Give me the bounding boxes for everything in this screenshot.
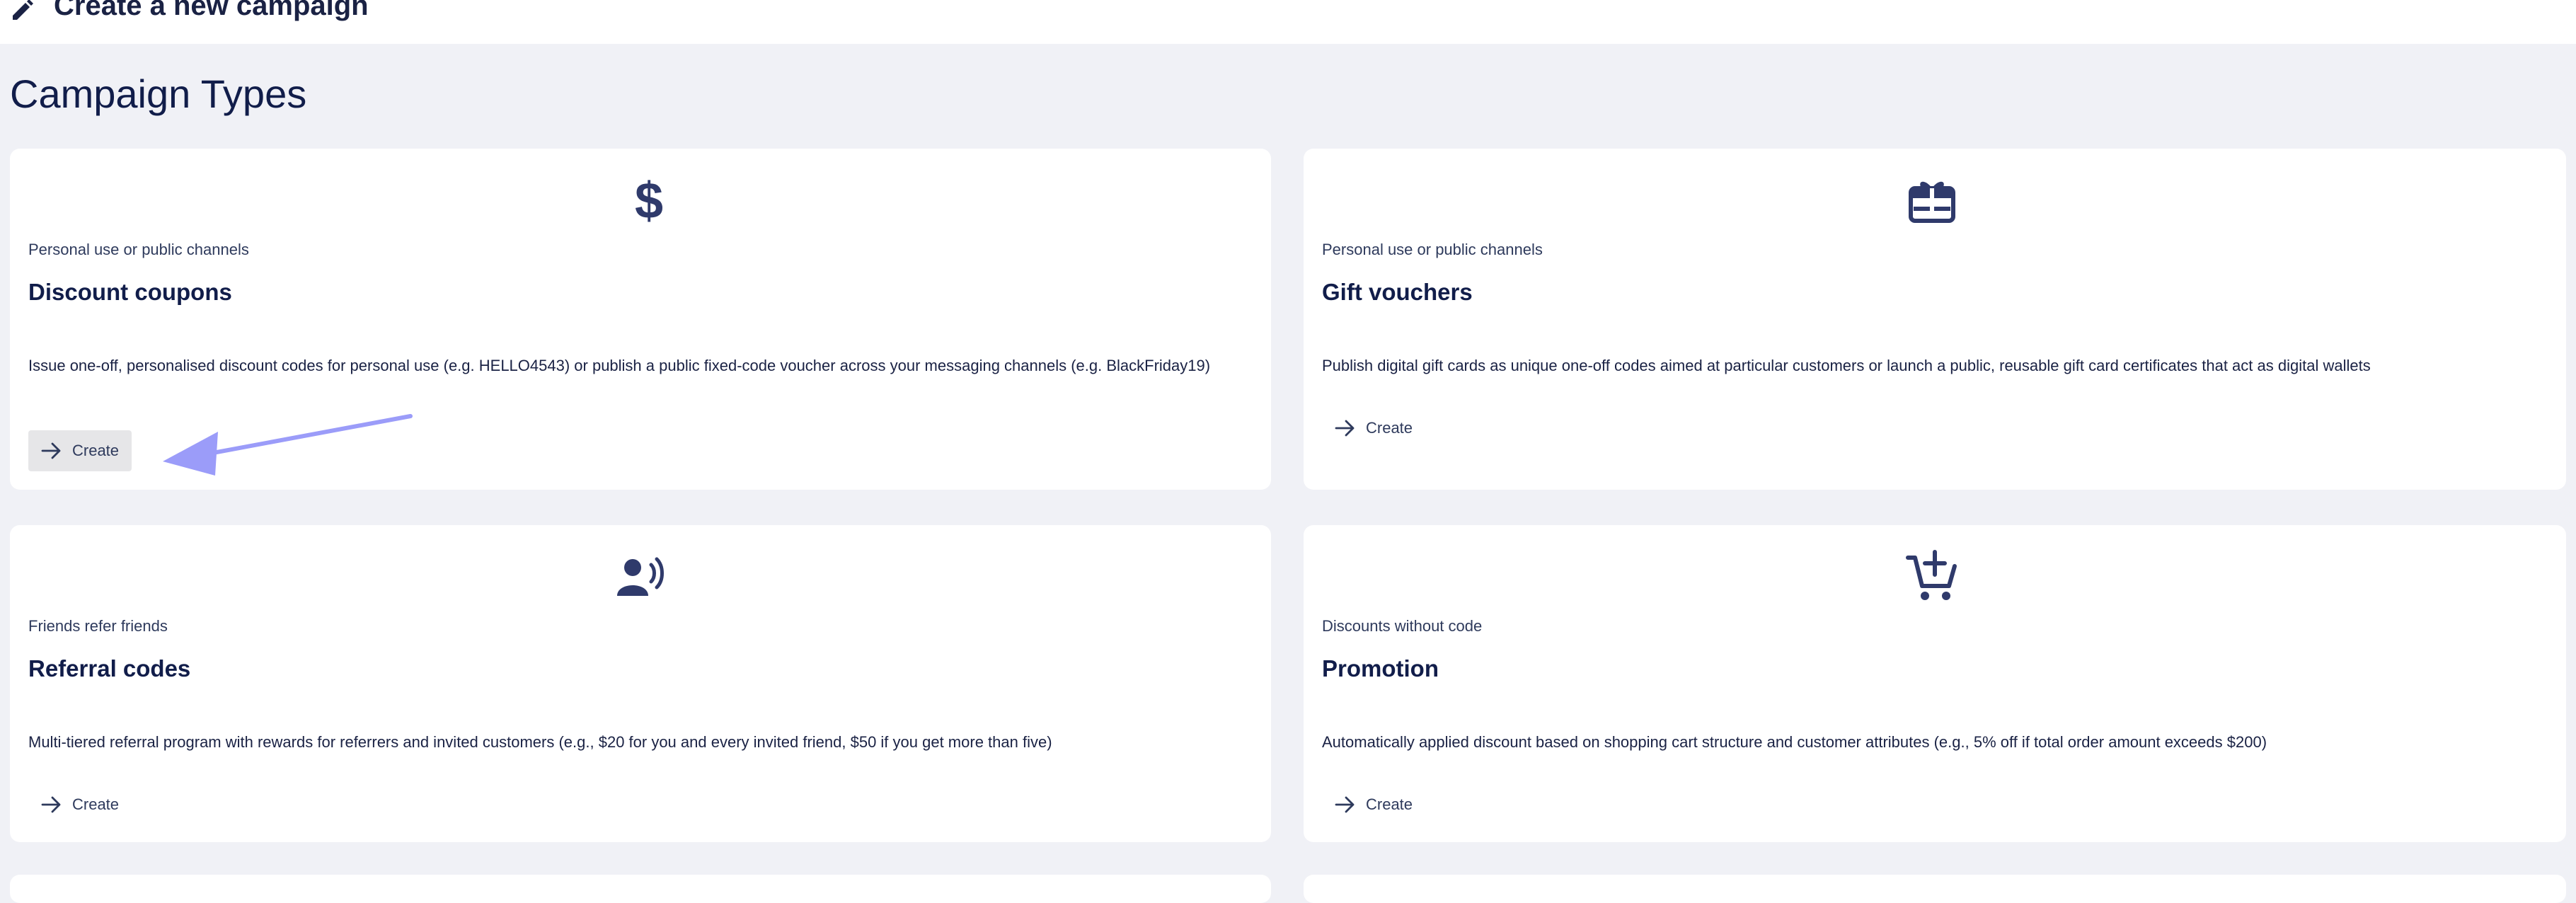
annotation-arrow bbox=[163, 414, 413, 476]
card-description: Publish digital gift cards as unique one… bbox=[1322, 357, 2371, 374]
section-title: Campaign Types bbox=[10, 71, 307, 116]
card-subtitle: Personal use or public channels bbox=[28, 241, 249, 258]
gift-card-icon bbox=[1905, 173, 1959, 226]
create-discount-coupons-button[interactable]: Create bbox=[28, 430, 132, 471]
arrow-right-icon bbox=[41, 442, 61, 459]
cart-add-icon bbox=[1905, 549, 1959, 603]
card-partial-right bbox=[1304, 875, 2566, 903]
page-title: Create a new campaign bbox=[54, 0, 369, 21]
pencil-icon bbox=[10, 0, 34, 21]
card-subtitle: Discounts without code bbox=[1322, 617, 1483, 635]
create-gift-vouchers-button[interactable]: Create bbox=[1322, 408, 1425, 449]
create-button-label: Create bbox=[1366, 419, 1413, 437]
card-title: Referral codes bbox=[28, 655, 191, 681]
card-title: Discount coupons bbox=[28, 279, 232, 305]
create-button-label: Create bbox=[1366, 795, 1413, 813]
card-referral-codes: Friends refer friends Referral codes Mul… bbox=[10, 525, 1271, 842]
svg-text:$: $ bbox=[635, 173, 663, 226]
card-title: Gift vouchers bbox=[1322, 279, 1473, 305]
page-header: Create a new campaign bbox=[0, 0, 2576, 44]
card-partial-left bbox=[10, 875, 1271, 903]
arrow-right-icon bbox=[1335, 420, 1355, 437]
card-description: Multi-tiered referral program with rewar… bbox=[28, 733, 1052, 751]
card-description: Issue one-off, personalised discount cod… bbox=[28, 357, 1211, 374]
card-subtitle: Friends refer friends bbox=[28, 617, 168, 635]
card-description: Automatically applied discount based on … bbox=[1322, 733, 2267, 751]
create-promotion-button[interactable]: Create bbox=[1322, 784, 1425, 825]
referral-speaker-icon bbox=[613, 549, 667, 603]
create-button-label: Create bbox=[72, 442, 120, 459]
card-gift-vouchers: Personal use or public channels Gift vou… bbox=[1304, 149, 2566, 490]
dollar-icon: $ bbox=[622, 173, 676, 226]
arrow-right-icon bbox=[41, 796, 61, 813]
arrow-right-icon bbox=[1335, 796, 1355, 813]
card-promotion: Discounts without code Promotion Automat… bbox=[1304, 525, 2566, 842]
create-button-label: Create bbox=[72, 795, 120, 813]
card-title: Promotion bbox=[1322, 655, 1439, 681]
create-referral-codes-button[interactable]: Create bbox=[28, 784, 132, 825]
card-subtitle: Personal use or public channels bbox=[1322, 241, 1543, 258]
